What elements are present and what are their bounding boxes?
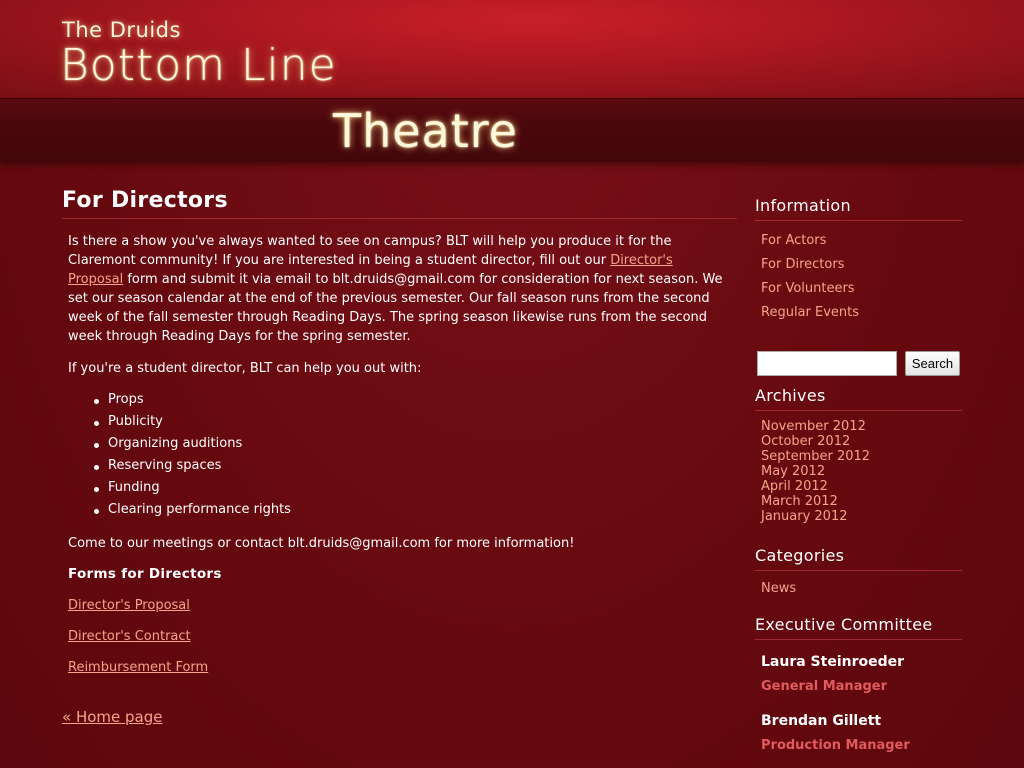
member-role: General Manager [761,679,887,694]
forms-heading: Forms for Directors [68,566,222,582]
archive-link[interactable]: October 2012 [761,434,850,449]
category-news-link[interactable]: News [761,581,796,596]
archives-heading: Archives [755,386,962,411]
committee-heading: Executive Committee [755,615,962,640]
for-actors-link[interactable]: For Actors [761,233,826,248]
help-item-auditions: Organizing auditions [94,433,731,455]
reimbursement-form-link[interactable]: Reimbursement Form [68,658,731,677]
help-item-rights: Clearing performance rights [94,499,731,521]
info-item: Regular Events [761,301,962,325]
directors-proposal-link[interactable]: Director's Proposal [68,596,731,615]
help-item-props: Props [94,389,731,411]
article-body: Is there a show you've always wanted to … [62,232,737,677]
sidebar: Information For Actors For Directors For… [755,196,962,756]
archive-item: May 2012 [761,464,962,479]
for-directors-link[interactable]: For Directors [761,257,844,272]
info-item: For Volunteers [761,277,962,301]
info-item: For Directors [761,253,962,277]
intro-paragraph: Is there a show you've always wanted to … [68,232,731,346]
archive-link[interactable]: September 2012 [761,449,870,464]
archives-list: November 2012 October 2012 September 201… [755,419,962,524]
categories-list: News [755,577,962,601]
information-list: For Actors For Directors For Volunteers … [755,229,962,325]
archive-link[interactable]: January 2012 [761,509,848,524]
archive-item: March 2012 [761,494,962,509]
home-page-link[interactable]: « Home page [62,708,162,726]
info-item: For Actors [761,229,962,253]
help-item-spaces: Reserving spaces [94,455,731,477]
archive-link[interactable]: March 2012 [761,494,838,509]
search-input[interactable] [757,351,897,376]
help-list: Props Publicity Organizing auditions Res… [94,389,731,521]
member-name: Brendan Gillett [761,713,882,729]
member-name: Laura Steinroeder [761,654,905,670]
logo-title[interactable]: Bottom Line [60,40,337,91]
archive-link[interactable]: May 2012 [761,464,825,479]
search-button[interactable]: Search [905,351,960,376]
logo-subtitle[interactable]: Theatre [333,104,518,158]
committee-member: Brendan Gillett Production Manager [755,711,962,756]
categories-heading: Categories [755,546,962,571]
archive-item: November 2012 [761,419,962,434]
main-content: For Directors Is there a show you've alw… [62,188,737,677]
help-item-publicity: Publicity [94,411,731,433]
directors-contract-link[interactable]: Director's Contract [68,627,731,646]
page-title: For Directors [62,188,737,219]
help-item-funding: Funding [94,477,731,499]
archive-item: October 2012 [761,434,962,449]
category-item: News [761,577,962,601]
for-volunteers-link[interactable]: For Volunteers [761,281,855,296]
regular-events-link[interactable]: Regular Events [761,305,859,320]
intro-text-before: Is there a show you've always wanted to … [68,234,672,268]
archive-item: September 2012 [761,449,962,464]
archive-item: April 2012 [761,479,962,494]
help-intro: If you're a student director, BLT can he… [68,361,422,376]
archive-link[interactable]: November 2012 [761,419,866,434]
archive-item: January 2012 [761,509,962,524]
logo-small-title[interactable]: The Druids [62,18,181,42]
member-role: Production Manager [761,738,910,753]
archive-link[interactable]: April 2012 [761,479,828,494]
contact-paragraph: Come to our meetings or contact blt.drui… [68,536,575,551]
search-form: Search [755,351,962,376]
intro-text-after: form and submit it via email to blt.drui… [68,272,723,344]
committee-member: Laura Steinroeder General Manager [755,652,962,697]
information-heading: Information [755,196,962,221]
